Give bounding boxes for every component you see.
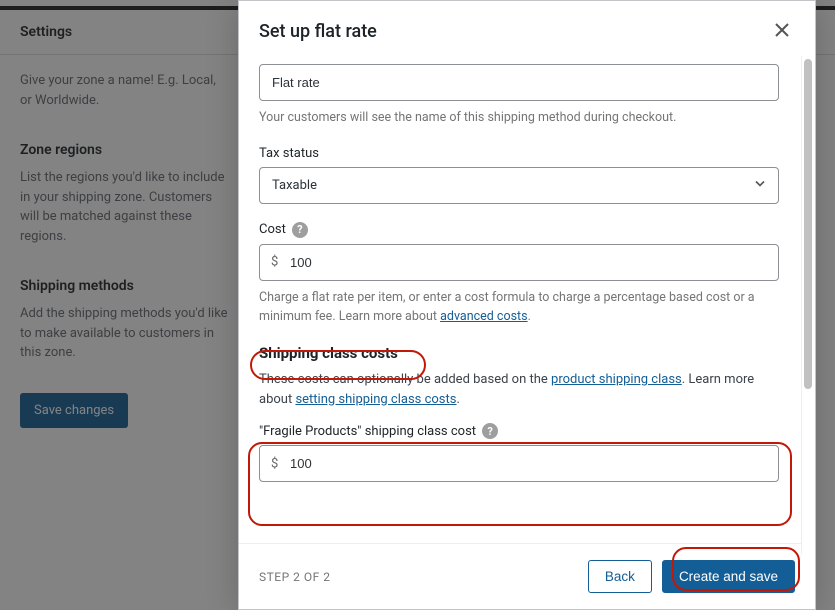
cost-group: Cost ? $ Charge a flat rate per item, or…	[259, 222, 795, 327]
product-shipping-class-link[interactable]: product shipping class	[551, 372, 682, 387]
tax-status-group: Tax status Taxable	[259, 146, 795, 204]
fragile-cost-label: "Fragile Products" shipping class cost ?	[259, 423, 795, 439]
cost-label: Cost ?	[259, 222, 795, 238]
shipping-class-desc: These costs can optionally be added base…	[259, 370, 779, 409]
modal-header: Set up flat rate	[239, 1, 815, 56]
modal-body: Your customers will see the name of this…	[239, 56, 815, 510]
modal-footer: STEP 2 OF 2 Back Create and save	[239, 543, 815, 609]
create-save-button[interactable]: Create and save	[662, 560, 795, 593]
scrollbar-thumb[interactable]	[804, 59, 812, 389]
method-name-input[interactable]	[259, 64, 779, 101]
method-name-hint: Your customers will see the name of this…	[259, 109, 779, 128]
fragile-cost-group: "Fragile Products" shipping class cost ?…	[259, 423, 795, 482]
flat-rate-modal: Set up flat rate Your customers will see…	[238, 0, 816, 610]
currency-symbol: $	[271, 456, 278, 471]
cost-input[interactable]	[259, 244, 779, 281]
advanced-costs-link[interactable]: advanced costs	[440, 309, 528, 324]
shipping-class-heading: Shipping class costs	[259, 344, 795, 362]
tax-status-label: Tax status	[259, 146, 795, 161]
modal-title: Set up flat rate	[259, 21, 377, 42]
close-button[interactable]	[769, 17, 795, 46]
setting-class-costs-link[interactable]: setting shipping class costs	[295, 392, 456, 407]
help-icon[interactable]: ?	[292, 222, 308, 238]
method-name-group: Your customers will see the name of this…	[259, 64, 795, 128]
cost-hint: Charge a flat rate per item, or enter a …	[259, 289, 779, 327]
currency-symbol: $	[271, 255, 278, 270]
step-indicator: STEP 2 OF 2	[259, 570, 330, 584]
help-icon[interactable]: ?	[482, 423, 498, 439]
back-button[interactable]: Back	[588, 560, 652, 593]
tax-status-select[interactable]: Taxable	[259, 167, 779, 204]
fragile-cost-input[interactable]	[259, 445, 779, 482]
close-icon	[775, 21, 789, 41]
